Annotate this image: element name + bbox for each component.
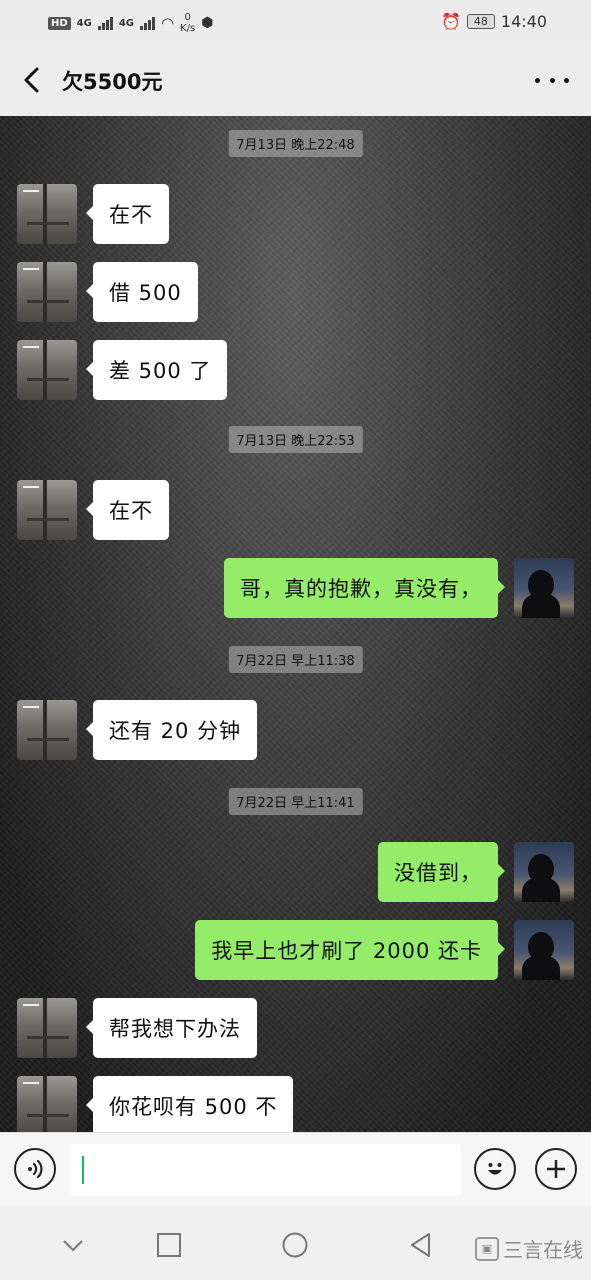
- more-dot-icon: [564, 77, 569, 83]
- input-bar: [0, 1132, 591, 1206]
- voice-button[interactable]: [14, 1148, 56, 1190]
- received-message[interactable]: 借 500: [86, 262, 198, 322]
- more-dot-icon: [535, 77, 540, 83]
- my-avatar[interactable]: [514, 842, 574, 902]
- emoji-button[interactable]: [474, 1148, 516, 1190]
- timestamp: 7月22日 早上11:38: [228, 646, 363, 673]
- chevron-down-icon: [63, 1240, 83, 1252]
- more-actions-button[interactable]: [535, 1148, 577, 1190]
- sent-message[interactable]: 我早上也才刷了 2000 还卡: [195, 920, 505, 980]
- nfc-icon: ⬢: [201, 15, 214, 31]
- nav-home-button[interactable]: [282, 1232, 308, 1258]
- triangle-back-icon: [411, 1233, 430, 1257]
- text-caret: [82, 1156, 84, 1184]
- contact-avatar[interactable]: [17, 998, 77, 1058]
- contact-avatar[interactable]: [17, 262, 77, 322]
- message-input[interactable]: [70, 1144, 461, 1196]
- chevron-left-icon: [24, 67, 39, 93]
- nav-back-button[interactable]: [408, 1232, 434, 1258]
- square-icon: [157, 1233, 181, 1257]
- chat-title: 欠5500元: [62, 70, 163, 94]
- nav-recents-button[interactable]: [156, 1232, 182, 1258]
- more-options-button[interactable]: [535, 66, 569, 94]
- timestamp: 7月22日 早上11:41: [228, 788, 363, 815]
- contact-avatar[interactable]: [17, 700, 77, 760]
- circle-icon: [282, 1232, 308, 1258]
- my-avatar[interactable]: [514, 920, 574, 980]
- speed-value: 0: [184, 12, 191, 23]
- timestamp: 7月13日 晚上22:48: [228, 130, 363, 157]
- signal-icon: [140, 16, 156, 30]
- sent-message[interactable]: 没借到，: [378, 842, 505, 902]
- received-message[interactable]: 你花呗有 500 不: [85, 1076, 294, 1132]
- system-nav-bar: ▣ 三言在线: [0, 1206, 591, 1280]
- status-bar: HD 4G 4G ◠ 0 K/s ⬢ ⏰ 48 14:40: [0, 0, 591, 44]
- battery-icon: 48: [466, 14, 495, 29]
- watermark: ▣ 三言在线: [475, 1234, 583, 1263]
- received-message[interactable]: 在不: [86, 480, 169, 540]
- received-message[interactable]: 还有 20 分钟: [85, 700, 258, 760]
- speed-unit: K/s: [180, 23, 196, 34]
- message-list[interactable]: 7月13日 晚上22:48 在不 借 500 差 500 了 7月13日 晚上2…: [0, 116, 591, 1132]
- emoji-icon: [488, 1163, 502, 1175]
- clock: 14:40: [500, 12, 547, 31]
- back-button[interactable]: [14, 62, 50, 98]
- network-type-2: 4G: [118, 17, 135, 29]
- contact-avatar[interactable]: [17, 340, 77, 400]
- signal-icon: [97, 16, 113, 30]
- alarm-icon: ⏰: [440, 12, 461, 31]
- network-type-1: 4G: [76, 17, 92, 29]
- chat-header: 欠5500元: [0, 44, 591, 116]
- plus-icon: [547, 1160, 565, 1178]
- contact-avatar[interactable]: [17, 1076, 77, 1132]
- contact-avatar[interactable]: [17, 480, 77, 540]
- timestamp: 7月13日 晚上22:53: [228, 426, 363, 453]
- watermark-text: 三言在线: [503, 1238, 583, 1262]
- nav-hide-button[interactable]: [60, 1232, 86, 1258]
- contact-avatar[interactable]: [17, 184, 77, 244]
- watermark-logo-icon: ▣: [475, 1236, 499, 1261]
- received-message[interactable]: 在不: [86, 184, 169, 244]
- my-avatar[interactable]: [514, 558, 574, 618]
- hd-badge: HD: [48, 16, 71, 30]
- received-message[interactable]: 帮我想下办法: [86, 998, 257, 1058]
- wifi-icon: ◠: [161, 14, 175, 32]
- network-speed: 0 K/s: [180, 12, 195, 34]
- more-dot-icon: [549, 77, 555, 83]
- received-message[interactable]: 差 500 了: [85, 340, 228, 400]
- voice-icon: [28, 1159, 43, 1179]
- sent-message[interactable]: 哥，真的抱歉，真没有，: [224, 558, 505, 618]
